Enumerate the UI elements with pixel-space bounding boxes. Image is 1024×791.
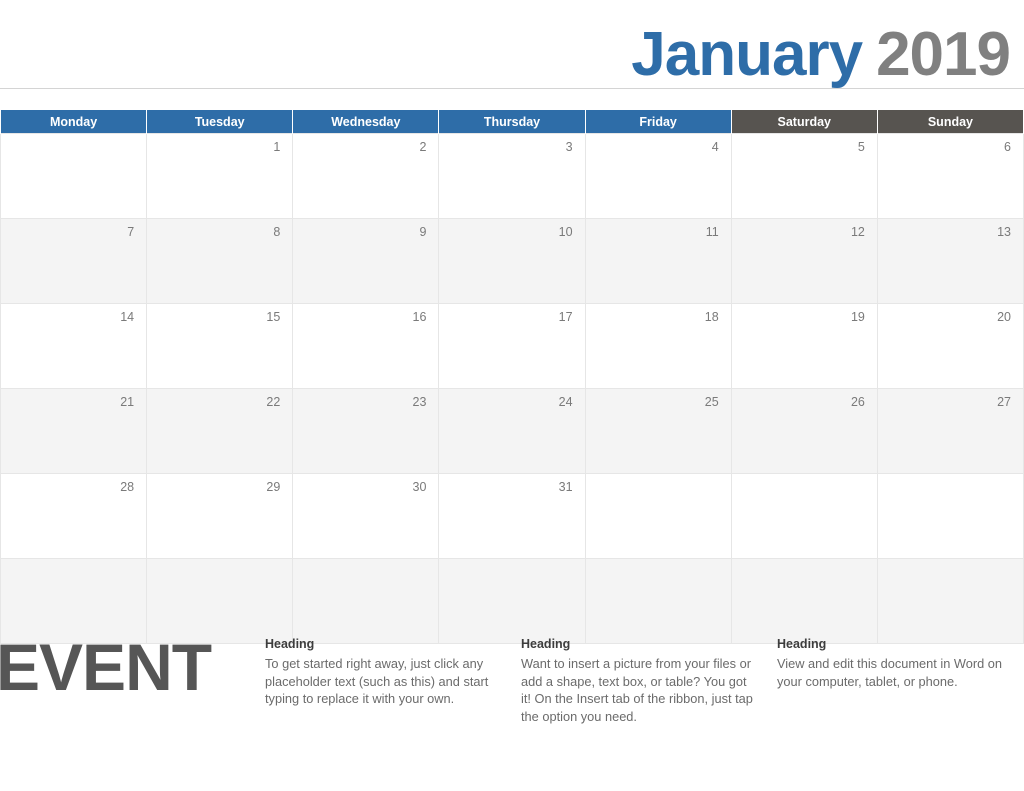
column-heading: Heading — [265, 637, 315, 651]
calendar-day-cell[interactable] — [876, 473, 1024, 559]
calendar-day-cell[interactable]: 22 — [146, 388, 294, 474]
column-body[interactable]: Want to insert a picture from your files… — [521, 655, 754, 726]
calendar-day-cell[interactable]: 21 — [0, 388, 148, 474]
day-header-saturday: Saturday — [730, 110, 878, 134]
calendar-day-cell[interactable]: 7 — [0, 218, 148, 304]
column-body[interactable]: To get started right away, just click an… — [265, 655, 498, 708]
day-header-wednesday: Wednesday — [292, 110, 440, 134]
column-heading: Heading — [777, 637, 827, 651]
calendar-day-cell[interactable]: 30 — [292, 473, 440, 559]
calendar-day-cell[interactable]: 20 — [876, 303, 1024, 389]
calendar-day-cell[interactable]: 4 — [584, 133, 732, 219]
page-title: January 2019 — [631, 24, 1011, 86]
calendar-day-cell[interactable]: 13 — [876, 218, 1024, 304]
day-header-sunday: Sunday — [876, 110, 1024, 134]
calendar-week-row: 14 15 16 17 18 19 20 — [0, 303, 1024, 389]
calendar-week-row: 7 8 9 10 11 12 13 — [0, 218, 1024, 304]
event-title: EVENT — [0, 630, 212, 700]
title-divider — [0, 88, 1024, 89]
calendar-day-cell[interactable]: 6 — [876, 133, 1024, 219]
calendar-day-cell[interactable]: 8 — [146, 218, 294, 304]
calendar-week-row: 1 2 3 4 5 6 — [0, 133, 1024, 219]
calendar-day-cell[interactable]: 10 — [438, 218, 586, 304]
calendar-title-bar: January 2019 — [0, 0, 1024, 88]
calendar-header-row: Monday Tuesday Wednesday Thursday Friday… — [0, 110, 1024, 134]
calendar-day-cell[interactable]: 23 — [292, 388, 440, 474]
calendar-day-cell[interactable]: 28 — [0, 473, 148, 559]
calendar-day-cell[interactable]: 19 — [730, 303, 878, 389]
title-year: 2019 — [876, 20, 1011, 89]
calendar-day-cell[interactable] — [584, 473, 732, 559]
calendar-day-cell[interactable] — [0, 133, 148, 219]
calendar-day-cell[interactable]: 29 — [146, 473, 294, 559]
day-header-tuesday: Tuesday — [146, 110, 294, 134]
calendar-day-cell[interactable]: 17 — [438, 303, 586, 389]
calendar-day-cell[interactable]: 3 — [438, 133, 586, 219]
column-heading: Heading — [521, 637, 571, 651]
column-body[interactable]: View and edit this document in Word on y… — [777, 655, 1010, 690]
calendar-grid: Monday Tuesday Wednesday Thursday Friday… — [0, 110, 1024, 644]
event-title-column: EVENT — [0, 612, 260, 700]
text-column-2: Heading Want to insert a picture from yo… — [516, 612, 772, 726]
calendar-day-cell[interactable]: 9 — [292, 218, 440, 304]
day-header-thursday: Thursday — [438, 110, 586, 134]
calendar-day-cell[interactable]: 14 — [0, 303, 148, 389]
calendar-day-cell[interactable]: 16 — [292, 303, 440, 389]
calendar-week-row: 28 29 30 31 — [0, 473, 1024, 559]
calendar-day-cell[interactable]: 26 — [730, 388, 878, 474]
calendar-day-cell[interactable]: 12 — [730, 218, 878, 304]
day-header-friday: Friday — [584, 110, 732, 134]
calendar-day-cell[interactable]: 15 — [146, 303, 294, 389]
calendar-day-cell[interactable]: 31 — [438, 473, 586, 559]
calendar-day-cell[interactable]: 25 — [584, 388, 732, 474]
calendar-day-cell[interactable]: 18 — [584, 303, 732, 389]
calendar-day-cell[interactable]: 24 — [438, 388, 586, 474]
calendar-day-cell[interactable]: 27 — [876, 388, 1024, 474]
day-header-monday: Monday — [0, 110, 148, 134]
text-column-3: Heading View and edit this document in W… — [772, 612, 1024, 690]
calendar-day-cell[interactable]: 1 — [146, 133, 294, 219]
calendar-day-cell[interactable]: 2 — [292, 133, 440, 219]
bottom-content-area: EVENT Heading To get started right away,… — [0, 612, 1024, 791]
text-column-1: Heading To get started right away, just … — [260, 612, 516, 708]
calendar-day-cell[interactable]: 5 — [730, 133, 878, 219]
calendar-week-row: 21 22 23 24 25 26 27 — [0, 388, 1024, 474]
calendar-day-cell[interactable] — [730, 473, 878, 559]
calendar-day-cell[interactable]: 11 — [584, 218, 732, 304]
title-month: January — [631, 20, 863, 89]
